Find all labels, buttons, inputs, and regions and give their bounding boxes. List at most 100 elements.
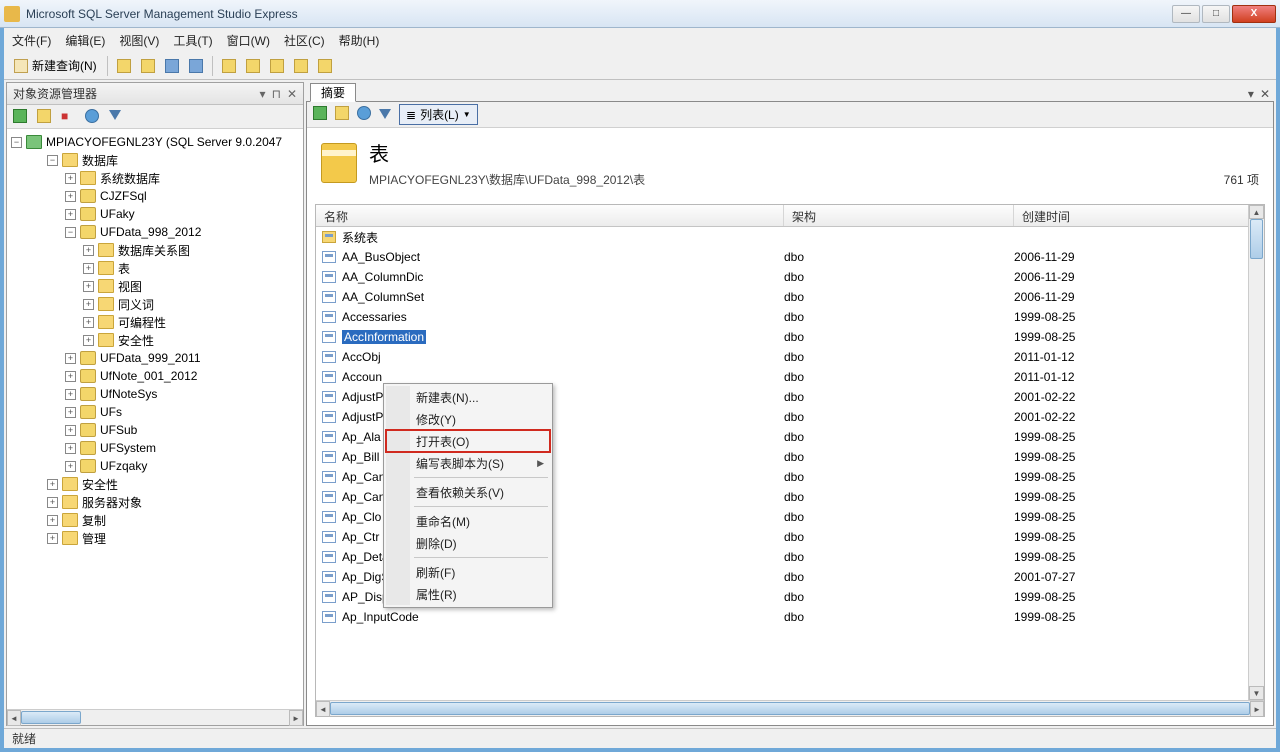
col-schema[interactable]: 架构 — [784, 205, 1014, 226]
toolbar-btn-a[interactable] — [219, 56, 239, 76]
filter-icon[interactable] — [379, 108, 391, 122]
panel-pin-icon[interactable]: ⊓ — [272, 87, 281, 101]
expander-icon[interactable]: + — [47, 533, 58, 544]
filter-icon-left[interactable] — [109, 109, 125, 125]
tree-item[interactable]: +管理 — [7, 529, 303, 547]
tree-item[interactable]: +CJZFSql — [7, 187, 303, 205]
list-vscroll[interactable]: ▲ ▼ — [1248, 205, 1264, 700]
tree-item[interactable]: +复制 — [7, 511, 303, 529]
expander-icon[interactable]: + — [47, 515, 58, 526]
expander-icon[interactable]: − — [47, 155, 58, 166]
expander-icon[interactable]: + — [65, 191, 76, 202]
tab-summary[interactable]: 摘要 — [310, 83, 356, 102]
tree-item[interactable]: +UFSystem — [7, 439, 303, 457]
expander-icon[interactable]: + — [65, 407, 76, 418]
expander-icon[interactable]: + — [83, 317, 94, 328]
toolbar-btn-e[interactable] — [315, 56, 335, 76]
forward-icon[interactable] — [335, 106, 349, 123]
expander-icon[interactable]: + — [65, 425, 76, 436]
context-menu-item[interactable]: 打开表(O) — [386, 430, 550, 452]
tree-item[interactable]: +UFaky — [7, 205, 303, 223]
col-created[interactable]: 创建时间 — [1014, 205, 1264, 226]
expander-icon[interactable]: + — [65, 353, 76, 364]
table-row[interactable]: AA_ColumnDicdbo2006-11-29 — [316, 267, 1264, 287]
list-hscroll[interactable]: ◄ ► — [316, 700, 1264, 716]
disconnect-icon[interactable] — [37, 109, 53, 125]
tree-item[interactable]: +UFzqaky — [7, 457, 303, 475]
expander-icon[interactable]: + — [83, 245, 94, 256]
object-explorer-hscroll[interactable]: ◄ ► — [7, 709, 303, 725]
context-menu-item[interactable]: 新建表(N)... — [386, 386, 550, 408]
expander-icon[interactable]: + — [83, 263, 94, 274]
tree-item[interactable]: +服务器对象 — [7, 493, 303, 511]
tree-item[interactable]: +安全性 — [7, 475, 303, 493]
hscroll-thumb[interactable] — [21, 711, 81, 724]
expander-icon[interactable]: + — [83, 335, 94, 346]
menu-help[interactable]: 帮助(H) — [339, 32, 380, 49]
menu-tools[interactable]: 工具(T) — [173, 32, 212, 49]
context-menu-item[interactable]: 刷新(F) — [386, 561, 550, 583]
tree-item[interactable]: +UFSub — [7, 421, 303, 439]
expander-icon[interactable]: − — [11, 137, 22, 148]
hscroll-left-arrow[interactable]: ◄ — [7, 710, 21, 726]
vscroll-up-arrow[interactable]: ▲ — [1249, 205, 1264, 219]
tree-item[interactable]: +UFData_999_2011 — [7, 349, 303, 367]
context-menu-item[interactable]: 修改(Y) — [386, 408, 550, 430]
context-menu-item[interactable]: 重命名(M) — [386, 510, 550, 532]
tree-item[interactable]: +安全性 — [7, 331, 303, 349]
table-row[interactable]: Ap_InputCodedbo1999-08-25 — [316, 607, 1264, 627]
tree-item[interactable]: +UfNoteSys — [7, 385, 303, 403]
new-query-button[interactable]: 新建查询(N) — [10, 55, 101, 77]
tab-dropdown-icon[interactable]: ▾ — [1248, 87, 1254, 101]
tree-item[interactable]: −数据库 — [7, 151, 303, 169]
table-row[interactable]: AA_ColumnSetdbo2006-11-29 — [316, 287, 1264, 307]
tree-item[interactable]: +表 — [7, 259, 303, 277]
expander-icon[interactable]: + — [65, 371, 76, 382]
back-icon[interactable] — [313, 106, 327, 123]
expander-icon[interactable]: + — [65, 209, 76, 220]
context-menu-item[interactable]: 删除(D) — [386, 532, 550, 554]
toolbar-save-icon[interactable] — [162, 56, 182, 76]
table-row[interactable]: AccObjdbo2011-01-12 — [316, 347, 1264, 367]
context-menu-item[interactable]: 编写表脚本为(S)▶ — [386, 452, 550, 474]
toolbar-btn-c[interactable] — [267, 56, 287, 76]
tree-item[interactable]: +同义词 — [7, 295, 303, 313]
table-row[interactable]: 系统表 — [316, 227, 1264, 247]
object-explorer-tree[interactable]: − MPIACYOFEGNL23Y (SQL Server 9.0.2047 −… — [7, 129, 303, 709]
tree-item[interactable]: −UFData_998_2012 — [7, 223, 303, 241]
stop-icon[interactable]: ■ — [61, 109, 77, 125]
tree-item[interactable]: +可编程性 — [7, 313, 303, 331]
expander-icon[interactable]: + — [65, 389, 76, 400]
expander-icon[interactable]: − — [65, 227, 76, 238]
menu-view[interactable]: 视图(V) — [119, 32, 159, 49]
menu-file[interactable]: 文件(F) — [12, 32, 51, 49]
toolbar-saveall-icon[interactable] — [186, 56, 206, 76]
minimize-button[interactable]: — — [1172, 5, 1200, 23]
refresh-icon[interactable] — [85, 109, 101, 125]
up-icon[interactable] — [357, 106, 371, 123]
hscroll-right-arrow[interactable]: ► — [289, 710, 303, 726]
list-view-button[interactable]: ≣ 列表(L) ▼ — [399, 104, 478, 125]
expander-icon[interactable]: + — [83, 299, 94, 310]
close-button[interactable]: X — [1232, 5, 1276, 23]
context-menu-item[interactable]: 属性(R) — [386, 583, 550, 605]
panel-close-icon[interactable]: ✕ — [287, 87, 297, 101]
tree-item[interactable]: +视图 — [7, 277, 303, 295]
menu-community[interactable]: 社区(C) — [284, 32, 325, 49]
tree-server-node[interactable]: − MPIACYOFEGNL23Y (SQL Server 9.0.2047 — [7, 133, 303, 151]
tree-item[interactable]: +系统数据库 — [7, 169, 303, 187]
list-hscroll-right[interactable]: ► — [1250, 701, 1264, 717]
panel-dropdown-icon[interactable]: ▾ — [260, 87, 266, 101]
expander-icon[interactable]: + — [65, 443, 76, 454]
toolbar-new-icon[interactable] — [114, 56, 134, 76]
expander-icon[interactable]: + — [47, 497, 58, 508]
expander-icon[interactable]: + — [65, 461, 76, 472]
tree-item[interactable]: +UfNote_001_2012 — [7, 367, 303, 385]
list-hscroll-thumb[interactable] — [330, 702, 1250, 715]
menu-edit[interactable]: 编辑(E) — [65, 32, 105, 49]
col-name[interactable]: 名称 — [316, 205, 784, 226]
maximize-button[interactable]: □ — [1202, 5, 1230, 23]
tree-item[interactable]: +数据库关系图 — [7, 241, 303, 259]
toolbar-btn-d[interactable] — [291, 56, 311, 76]
vscroll-down-arrow[interactable]: ▼ — [1249, 686, 1264, 700]
